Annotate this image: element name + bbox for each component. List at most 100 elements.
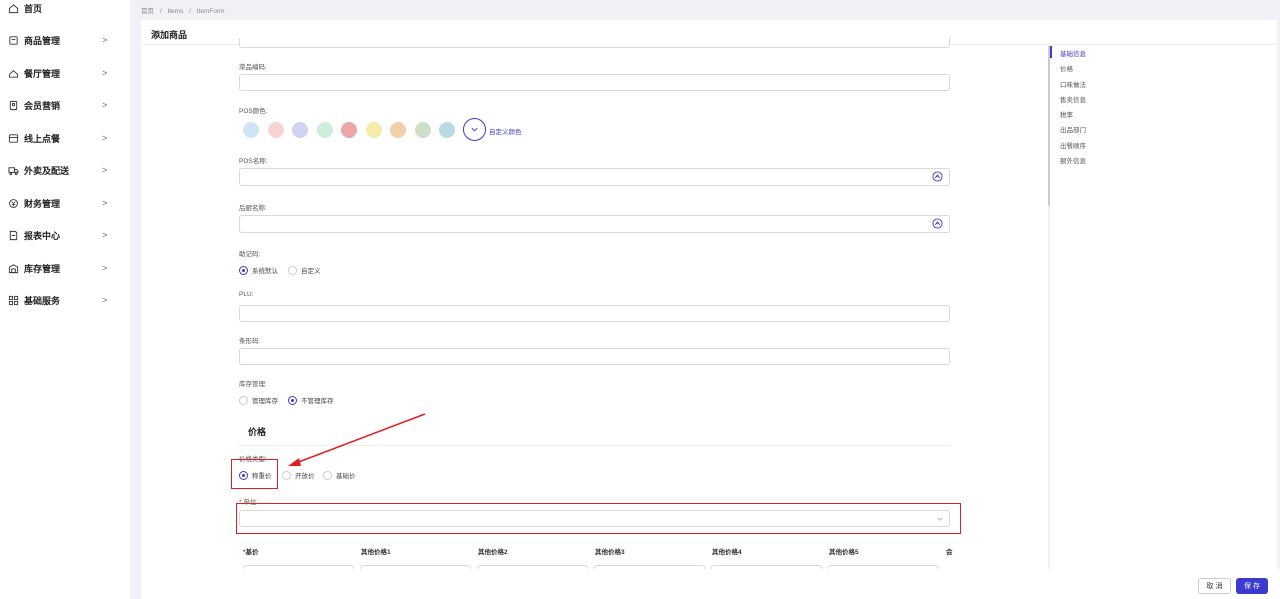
radio-label: 管理库存	[252, 398, 278, 405]
sidebar-item-inventory[interactable]: 库存管理 >	[0, 253, 130, 283]
color-swatch[interactable]	[292, 122, 308, 138]
sidebar-item-label: 基础服务	[24, 295, 61, 306]
dish-code-input[interactable]	[239, 74, 950, 91]
cancel-button[interactable]: 取 消	[1198, 578, 1231, 594]
color-swatch[interactable]	[267, 122, 284, 138]
sidebar-item-home[interactable]: 首页	[0, 0, 130, 23]
anchor-link[interactable]: 价格	[1060, 63, 1073, 73]
custom-color-button[interactable]	[463, 118, 486, 141]
sidebar-item-label: 库存管理	[24, 263, 61, 274]
plu-label: PLU:	[239, 291, 254, 298]
price-section-divider	[239, 445, 950, 446]
price-column-header: 其他价格3	[595, 549, 625, 556]
sidebar-item-basic-service[interactable]: 基础服务 >	[0, 285, 130, 315]
radio-label: 基础价	[336, 473, 356, 480]
color-swatch[interactable]	[390, 122, 406, 138]
main-panel: 添加商品 菜品编码: POS颜色: 自定义颜色 POS名称: 后厨名称: 助记码…	[141, 20, 1277, 569]
anchor-link[interactable]: 出餐顺序	[1060, 140, 1086, 150]
price-type-radio-open[interactable]: 开放价	[282, 470, 315, 480]
anchor-link[interactable]: 基础信息	[1060, 48, 1086, 58]
plu-input[interactable]	[239, 305, 950, 322]
stock-radio-no-manage[interactable]: 不管理库存	[288, 395, 334, 405]
sidebar-item-online-order[interactable]: 线上点餐 >	[0, 123, 130, 153]
barcode-input[interactable]	[239, 348, 950, 365]
save-button[interactable]: 保 存	[1236, 578, 1268, 594]
kitchen-name-input[interactable]	[239, 215, 950, 233]
color-swatch[interactable]	[439, 122, 455, 138]
mnemonic-radio-default[interactable]: 系统默认	[239, 265, 278, 275]
chevron-right-icon: >	[102, 133, 108, 143]
price-section-title: 价格	[248, 427, 267, 437]
online-order-icon	[7, 132, 19, 144]
sidebar-item-report[interactable]: 报表中心 >	[0, 220, 130, 250]
barcode-label: 条形码:	[239, 338, 261, 345]
product-icon	[7, 34, 19, 46]
sidebar-item-label: 财务管理	[24, 198, 61, 209]
stock-radio-manage[interactable]: 管理库存	[239, 395, 278, 405]
sidebar-item-label: 线上点餐	[24, 133, 61, 144]
breadcrumb-current: ItemForm	[196, 8, 225, 15]
color-swatch[interactable]	[316, 122, 333, 138]
sidebar-item-label: 外卖及配送	[24, 165, 70, 176]
anchor-link[interactable]: 售卖信息	[1060, 94, 1086, 104]
price-column-header: 其他价格1	[361, 549, 391, 556]
radio-dot	[288, 265, 297, 275]
sidebar-item-products[interactable]: 商品管理 >	[0, 25, 130, 55]
breadcrumb: 首页 / Items / ItemForm	[141, 5, 229, 15]
price-column-header: 其他价格4	[712, 549, 742, 556]
radio-dot	[323, 470, 332, 480]
page-title: 添加商品	[151, 30, 188, 40]
chevron-right-icon: >	[102, 165, 108, 175]
color-swatch[interactable]	[365, 122, 382, 138]
annotation-box-price-type	[231, 459, 278, 489]
translate-icon[interactable]	[932, 218, 943, 229]
sidebar-item-member[interactable]: 会员营销 >	[0, 90, 130, 120]
color-swatch[interactable]	[243, 122, 259, 138]
anchor-link[interactable]: 额外信息	[1060, 155, 1086, 165]
anchor-link[interactable]: 税率	[1060, 109, 1073, 119]
radio-label: 系统默认	[252, 268, 278, 275]
breadcrumb-separator: /	[159, 8, 162, 15]
finance-icon	[7, 197, 19, 209]
sidebar-item-label: 首页	[24, 3, 43, 14]
sidebar-item-finance[interactable]: 财务管理 >	[0, 188, 130, 218]
grid-icon	[7, 294, 19, 306]
chevron-right-icon: >	[102, 230, 108, 240]
warehouse-icon	[7, 262, 19, 274]
scrollbar-thumb[interactable]	[1048, 46, 1050, 206]
chevron-right-icon: >	[102, 295, 108, 305]
price-type-radio-base[interactable]: 基础价	[323, 470, 356, 480]
chevron-right-icon: >	[102, 68, 108, 78]
anchor-link[interactable]: 口味做法	[1060, 79, 1086, 89]
radio-dot	[282, 470, 291, 480]
footer-bar	[141, 569, 1280, 599]
mnemonic-label: 助记码:	[239, 251, 261, 258]
dish-code-label: 菜品编码:	[239, 64, 267, 71]
sidebar-item-label: 会员营销	[24, 100, 61, 111]
chevron-right-icon: >	[102, 198, 108, 208]
radio-dot	[288, 395, 297, 405]
chevron-down-icon	[471, 127, 478, 132]
color-swatch[interactable]	[341, 122, 357, 138]
translate-icon[interactable]	[932, 171, 943, 182]
anchor-active-indicator	[1050, 46, 1052, 58]
radio-label: 不管理库存	[301, 398, 334, 405]
color-swatch[interactable]	[414, 122, 431, 138]
report-icon	[7, 229, 19, 241]
price-column-header: *基价	[243, 546, 259, 556]
sidebar-item-delivery[interactable]: 外卖及配送 >	[0, 155, 130, 185]
price-column-header: 其他价格2	[478, 549, 508, 556]
column-label: 基价	[245, 549, 259, 556]
breadcrumb-home-link[interactable]: 首页	[141, 8, 154, 15]
restaurant-icon	[7, 67, 19, 79]
pos-name-input[interactable]	[239, 168, 950, 186]
mnemonic-radio-custom[interactable]: 自定义	[288, 265, 321, 275]
custom-color-link[interactable]: 自定义颜色	[489, 126, 522, 136]
pos-color-label: POS颜色:	[239, 108, 268, 115]
sidebar-item-restaurant[interactable]: 餐厅管理 >	[0, 58, 130, 88]
previous-field-input[interactable]	[239, 38, 950, 48]
anchor-link[interactable]: 出品部门	[1060, 124, 1086, 134]
chevron-right-icon: >	[102, 263, 108, 273]
radio-dot	[239, 265, 248, 275]
breadcrumb-items-link[interactable]: Items	[167, 8, 183, 15]
